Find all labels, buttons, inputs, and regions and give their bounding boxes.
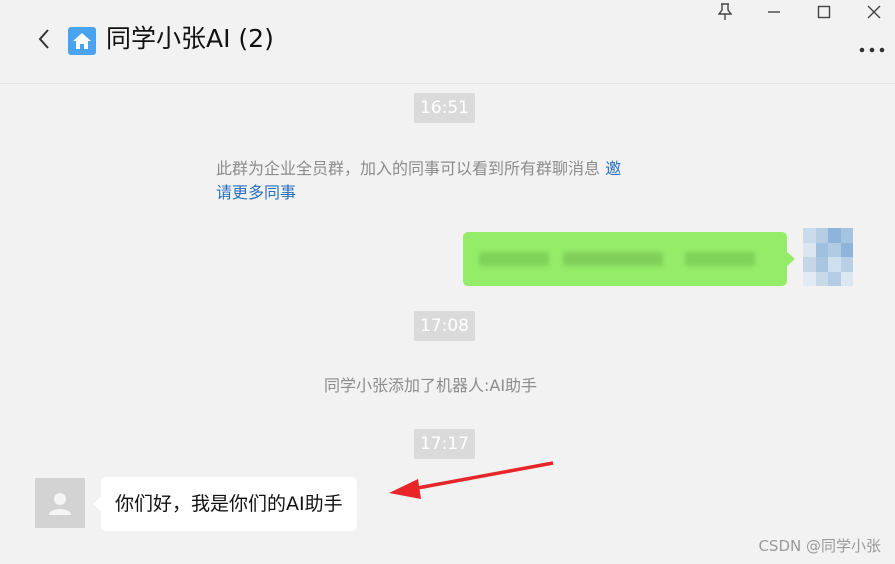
chat-window: 同学小张AI (2) 16:51 此群为企业全员群，加入的同事可以看到所有群聊消… (0, 0, 895, 564)
watermark: CSDN @同学小张 (758, 537, 881, 555)
annotation-arrow-icon (389, 461, 554, 499)
